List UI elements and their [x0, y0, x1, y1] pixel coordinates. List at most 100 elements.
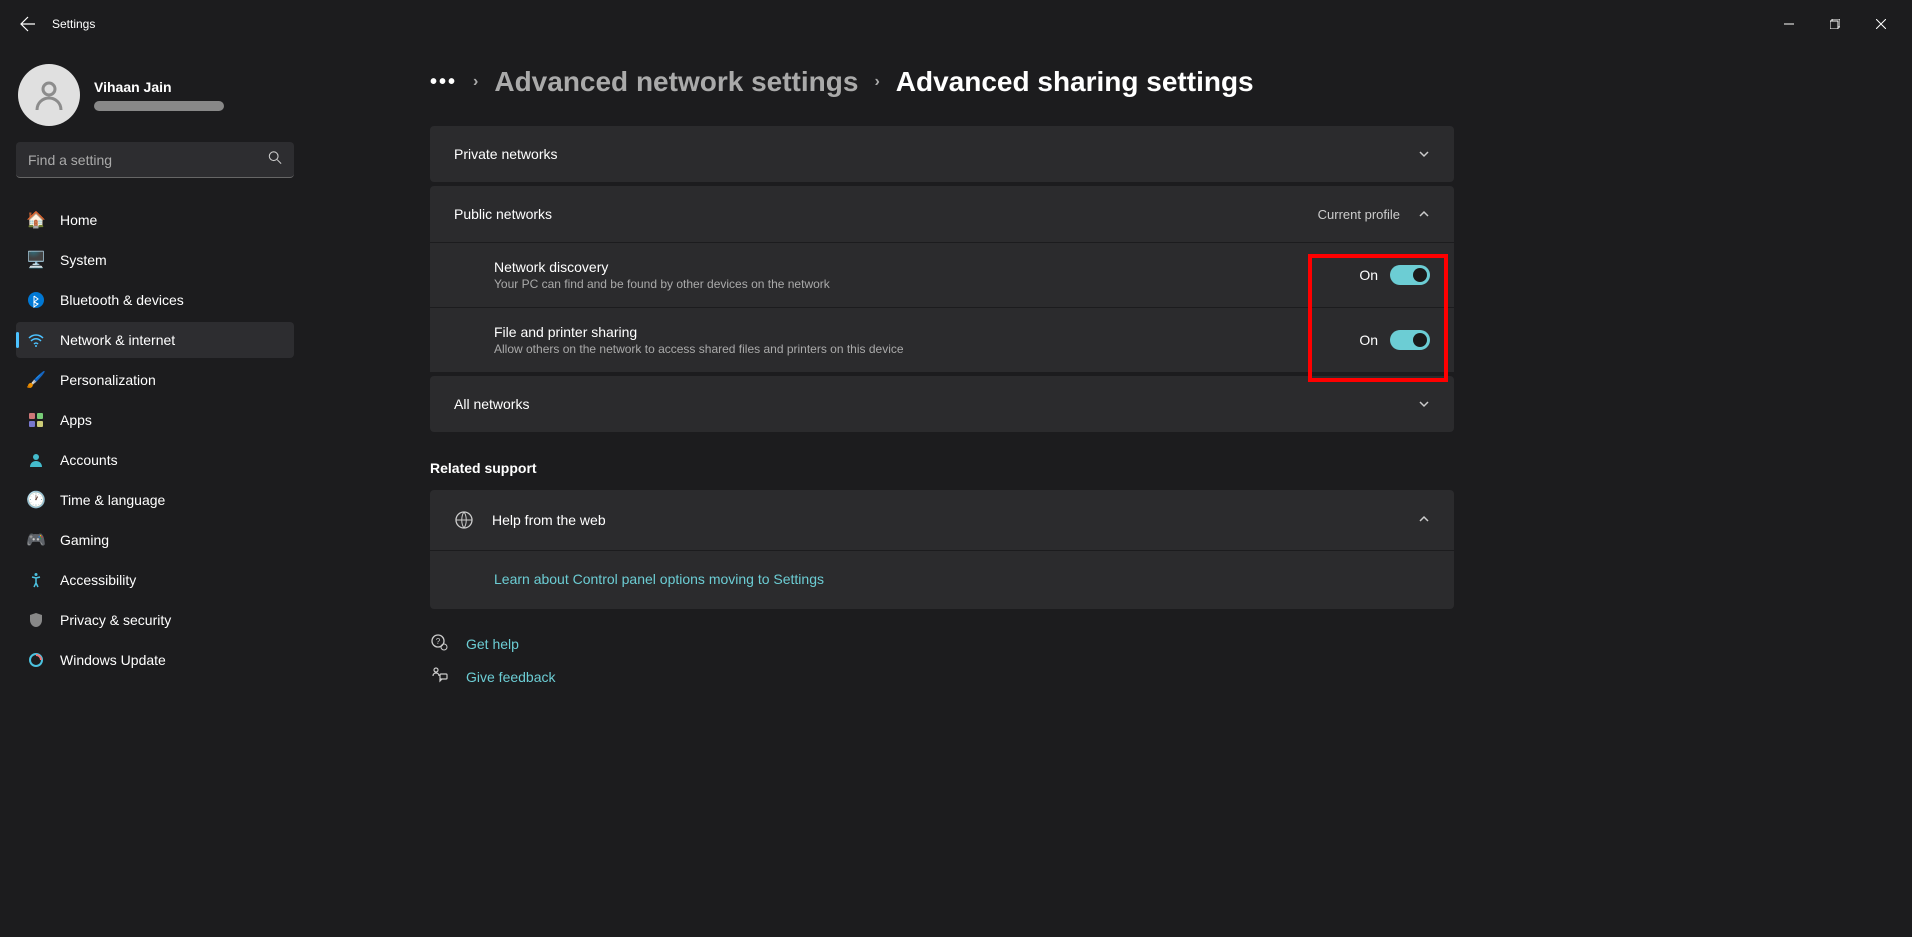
home-icon: 🏠	[28, 212, 44, 228]
current-profile-tag: Current profile	[1318, 207, 1400, 222]
minimize-button[interactable]	[1766, 8, 1812, 40]
nav-label: Time & language	[60, 492, 165, 508]
file-printer-sharing-row: File and printer sharing Allow others on…	[430, 307, 1454, 372]
setting-desc: Your PC can find and be found by other d…	[494, 277, 1359, 291]
nav-bluetooth[interactable]: Bluetooth & devices	[16, 282, 294, 318]
chevron-right-icon: ›	[473, 73, 478, 91]
avatar	[18, 64, 80, 126]
gamepad-icon: 🎮	[28, 532, 44, 548]
nav-label: Windows Update	[60, 652, 166, 668]
user-icon	[31, 77, 67, 113]
nav-accessibility[interactable]: Accessibility	[16, 562, 294, 598]
toggle-wrap: On	[1359, 265, 1430, 285]
nav-label: Home	[60, 212, 97, 228]
get-help-link[interactable]: ? Get help	[430, 633, 1872, 654]
person-icon	[28, 452, 44, 468]
setting-text: File and printer sharing Allow others on…	[494, 324, 1359, 356]
nav-gaming[interactable]: 🎮 Gaming	[16, 522, 294, 558]
svg-text:?: ?	[436, 637, 441, 646]
window-controls	[1766, 8, 1904, 40]
nav-label: Personalization	[60, 372, 156, 388]
minimize-icon	[1784, 19, 1794, 29]
feedback-icon	[430, 666, 450, 687]
footer-link-label: Give feedback	[466, 669, 556, 685]
search-icon	[268, 151, 282, 170]
help-header-label: Help from the web	[492, 512, 606, 528]
page-title: Advanced sharing settings	[896, 66, 1254, 98]
wifi-icon	[28, 332, 44, 348]
network-discovery-toggle[interactable]	[1390, 265, 1430, 285]
nav-time[interactable]: 🕐 Time & language	[16, 482, 294, 518]
nav-label: Apps	[60, 412, 92, 428]
brush-icon: 🖌️	[28, 372, 44, 388]
user-info: Vihaan Jain	[94, 79, 224, 111]
nav-update[interactable]: Windows Update	[16, 642, 294, 678]
setting-desc: Allow others on the network to access sh…	[494, 342, 1359, 356]
nav-home[interactable]: 🏠 Home	[16, 202, 294, 238]
help-panel: Help from the web Learn about Control pa…	[430, 490, 1454, 609]
nav-label: Privacy & security	[60, 612, 171, 628]
maximize-button[interactable]	[1812, 8, 1858, 40]
private-networks-header[interactable]: Private networks	[430, 126, 1454, 182]
chevron-up-icon	[1418, 208, 1430, 220]
user-name: Vihaan Jain	[94, 79, 224, 95]
panel-title: Public networks	[454, 206, 552, 222]
globe-help-icon	[454, 510, 474, 530]
public-networks-header[interactable]: Public networks Current profile	[430, 186, 1454, 242]
chevron-up-icon	[1418, 513, 1430, 525]
private-networks-panel: Private networks	[430, 126, 1454, 182]
nav-label: System	[60, 252, 107, 268]
related-support-heading: Related support	[430, 460, 1872, 476]
nav-system[interactable]: 🖥️ System	[16, 242, 294, 278]
file-printer-sharing-toggle[interactable]	[1390, 330, 1430, 350]
help-link-row: Learn about Control panel options moving…	[430, 550, 1454, 609]
back-button[interactable]	[8, 4, 48, 44]
user-section[interactable]: Vihaan Jain	[16, 56, 294, 142]
nav-label: Accessibility	[60, 572, 136, 588]
network-discovery-row: Network discovery Your PC can find and b…	[430, 242, 1454, 307]
search-input[interactable]	[16, 142, 294, 178]
titlebar: Settings	[0, 0, 1912, 48]
content-area: ••• › Advanced network settings › Advanc…	[310, 48, 1912, 937]
public-networks-body: Network discovery Your PC can find and b…	[430, 242, 1454, 372]
nav-list: 🏠 Home 🖥️ System Bluetooth & devices Netwo…	[16, 202, 294, 678]
give-feedback-link[interactable]: Give feedback	[430, 666, 1872, 687]
control-panel-help-link[interactable]: Learn about Control panel options moving…	[494, 571, 824, 587]
toggle-knob	[1413, 268, 1427, 282]
nav-personalization[interactable]: 🖌️ Personalization	[16, 362, 294, 398]
arrow-left-icon	[20, 16, 36, 32]
main-layout: Vihaan Jain 🏠 Home 🖥️ System Bluetooth & d…	[0, 48, 1912, 937]
nav-label: Network & internet	[60, 332, 175, 348]
maximize-icon	[1830, 19, 1840, 29]
breadcrumb-parent[interactable]: Advanced network settings	[494, 66, 858, 98]
nav-label: Gaming	[60, 532, 109, 548]
public-networks-panel: Public networks Current profile Network …	[430, 186, 1454, 372]
toggle-wrap: On	[1359, 330, 1430, 350]
apps-icon	[28, 412, 44, 428]
nav-apps[interactable]: Apps	[16, 402, 294, 438]
help-bubble-icon: ?	[430, 633, 450, 654]
system-icon: 🖥️	[28, 252, 44, 268]
panel-title: Private networks	[454, 146, 557, 162]
toggle-knob	[1413, 333, 1427, 347]
footer-link-label: Get help	[466, 636, 519, 652]
close-button[interactable]	[1858, 8, 1904, 40]
toggle-state-label: On	[1359, 267, 1378, 283]
clock-icon: 🕐	[28, 492, 44, 508]
toggle-state-label: On	[1359, 332, 1378, 348]
chevron-right-icon: ›	[874, 73, 879, 91]
help-panel-header[interactable]: Help from the web	[430, 490, 1454, 550]
breadcrumb-more[interactable]: •••	[430, 71, 457, 94]
all-networks-header[interactable]: All networks	[430, 376, 1454, 432]
panel-title: All networks	[454, 396, 529, 412]
accessibility-icon	[28, 572, 44, 588]
chevron-down-icon	[1418, 398, 1430, 410]
nav-privacy[interactable]: Privacy & security	[16, 602, 294, 638]
nav-network[interactable]: Network & internet	[16, 322, 294, 358]
bluetooth-icon	[28, 292, 44, 308]
all-networks-panel: All networks	[430, 376, 1454, 432]
nav-accounts[interactable]: Accounts	[16, 442, 294, 478]
chevron-down-icon	[1418, 148, 1430, 160]
close-icon	[1876, 19, 1886, 29]
setting-title: Network discovery	[494, 259, 1359, 275]
